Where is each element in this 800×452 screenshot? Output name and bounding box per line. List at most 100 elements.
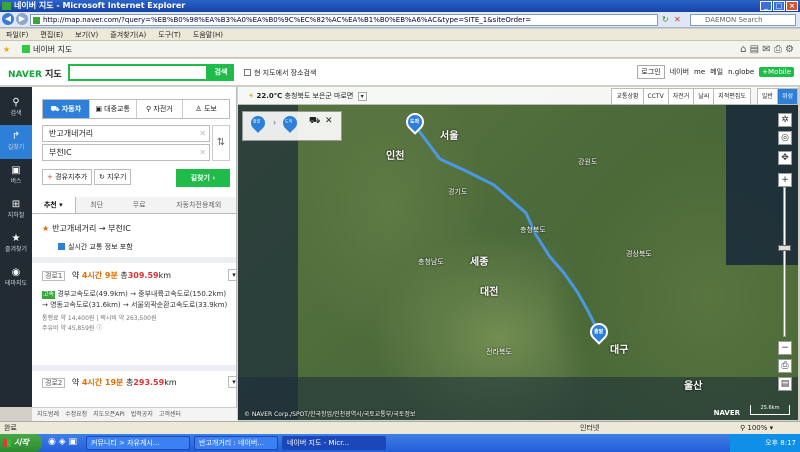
destination-field[interactable]: 부천IC ✕ [42, 144, 210, 161]
print-icon[interactable]: ⎙ [778, 359, 792, 373]
mode-transit[interactable]: ▣ 대중교통 [90, 100, 137, 118]
zoom-in-icon[interactable]: + [778, 173, 792, 187]
toolbar-icons[interactable]: ⌂ ▤ ✉ ⎙ ⚙ [740, 41, 794, 58]
origin-field[interactable]: 반고개네거리 ✕ [42, 125, 210, 142]
chevron-down-icon[interactable]: ▾ [228, 269, 236, 281]
stop-icon[interactable]: ✕ [674, 15, 681, 24]
zoom-slider[interactable] [783, 187, 786, 337]
route-desc: 고속 경부고속도로(49.9km) → 중부내륙고속도로(150.2km) → … [42, 289, 230, 311]
zoom-out-icon[interactable]: − [778, 341, 792, 355]
taskbar-item[interactable]: 커뮤니티 > 자유게시... [86, 436, 190, 450]
naver-header: NAVER 지도 검색 현 지도에서 장소검색 로그인 네이버 me 메일 n.… [0, 59, 800, 86]
nav-search[interactable]: ⚲ 검색 [0, 91, 32, 125]
nav-themes[interactable]: ◉ 테마지도 [0, 261, 32, 295]
menu-edit[interactable]: 편집(E) [40, 29, 63, 40]
menu-tools[interactable]: 도구(T) [158, 29, 181, 40]
back-icon[interactable]: ◀ [2, 13, 14, 25]
login-button[interactable]: 로그인 [637, 65, 665, 79]
address-bar[interactable]: http://map.naver.com/?query=%EB%B0%98%EA… [30, 14, 658, 26]
map-search-input[interactable] [68, 64, 208, 81]
add-waypoint-button[interactable]: + 경유지추가 [42, 169, 93, 185]
footer-link-api[interactable]: 지도오픈API [93, 408, 125, 422]
maptype-normal[interactable]: 일반 [756, 88, 778, 105]
favorites-star-icon[interactable]: ★ [3, 41, 10, 58]
restaurant-icon[interactable]: ✕ [325, 116, 333, 126]
checkbox-icon[interactable] [244, 69, 251, 76]
map-naver-logo: NAVER [713, 409, 740, 417]
save-icon[interactable]: ▤ [778, 377, 792, 391]
origin-mini-pin: 출발 [248, 113, 268, 133]
menu-file[interactable]: 파일(F) [6, 29, 28, 40]
layer-cadastral[interactable]: 지적편집도 [713, 88, 751, 105]
chevron-down-icon[interactable]: ▾ [357, 92, 367, 101]
tab-free[interactable]: 무료 [118, 197, 161, 213]
info-icon[interactable]: ⓘ [96, 325, 102, 332]
taskbar-item[interactable]: 반고개거리 : 네이버... [194, 436, 278, 450]
footer-link-legend[interactable]: 지도범례 [37, 408, 59, 422]
nav-favorites[interactable]: ★ 즐겨찾기 [0, 227, 32, 261]
footer-link-support[interactable]: 고객센터 [159, 408, 181, 422]
tab-recommended[interactable]: 추천 ▾ [32, 197, 76, 213]
nav-bus[interactable]: ▣ 버스 [0, 159, 32, 193]
layer-cctv[interactable]: CCTV [642, 88, 669, 105]
map-canvas[interactable]: ☀ 22.0℃ 충청북도 보은군 마로면 ▾ 교통상황 CCTV 자전거 날씨 … [238, 87, 798, 420]
quicklaunch-icons[interactable]: ◉ ◈ ▣ [48, 437, 77, 447]
mode-walk[interactable]: ♙ 도보 [183, 100, 229, 118]
mode-bike[interactable]: ⚲ 자전거 [137, 100, 184, 118]
footer-link-report[interactable]: 수정요청 [65, 408, 87, 422]
menu-favorites[interactable]: 즐겨찾기(A) [110, 29, 146, 40]
layer-weather[interactable]: 날씨 [693, 88, 715, 105]
map-search-button[interactable]: 검색 [208, 64, 234, 81]
route-card-1[interactable]: 경로1 약 4시간 9분 총309.59km ▾ 고속 경부고속도로(49.9k… [42, 269, 236, 334]
chevron-down-icon[interactable]: ▾ [228, 376, 236, 388]
layer-traffic[interactable]: 교통상황 [611, 88, 644, 105]
compass-icon[interactable]: ◎ [778, 131, 792, 145]
nav-directions[interactable]: ↱ 길찾기 [0, 125, 32, 159]
header-link-naver[interactable]: 네이버 [670, 67, 689, 77]
realtime-traffic-checkbox[interactable]: 실시간 교통 정보 포함 [58, 242, 133, 252]
route-card-2[interactable]: 경로2 약 4시간 19분 총293.59km ▾ [42, 376, 236, 390]
tab-row: ★ 네이버 지도 ⌂ ▤ ✉ ⎙ ⚙ [0, 41, 800, 58]
star-icon[interactable]: ★ [42, 224, 49, 233]
naver-logo[interactable]: NAVER 지도 [8, 67, 62, 80]
taskbar-item-active[interactable]: 네이버 지도 - Micr... [282, 436, 386, 450]
pan-icon[interactable]: ✥ [778, 151, 792, 165]
route-unit: km [164, 378, 177, 387]
destination-clear-icon[interactable]: ✕ [199, 145, 206, 160]
walk-icon: ♙ [195, 105, 204, 113]
checkbox-checked-icon[interactable] [58, 243, 65, 250]
menu-view[interactable]: 보기(V) [75, 29, 98, 40]
find-route-button[interactable]: 길찾기 › [176, 169, 230, 187]
layer-bike[interactable]: 자전거 [667, 88, 695, 105]
mobile-button[interactable]: +Mobile [759, 67, 794, 77]
origin-pin-label: 출발 [594, 329, 604, 336]
route-time: 4시간 9분 [81, 271, 118, 280]
browser-search-input[interactable]: DAEMON Search [690, 14, 796, 26]
refresh-icon[interactable]: ↻ [662, 15, 669, 24]
start-button[interactable]: 시작 [0, 434, 42, 452]
zoom-slider-handle[interactable] [778, 245, 791, 251]
tab-no-expressway[interactable]: 자동차전용제외 [161, 197, 237, 213]
mode-transit-label: 대중교통 [104, 105, 130, 113]
maptype-satellite[interactable]: 위성 [776, 88, 798, 105]
maximize-icon[interactable]: □ [773, 1, 785, 11]
menu-help[interactable]: 도움말(H) [193, 29, 223, 40]
swap-icon[interactable]: ⇅ [212, 125, 230, 161]
mode-car[interactable]: ⛟ 자동차 [43, 100, 90, 118]
car-icon[interactable]: ⛟ [309, 116, 320, 127]
settings-icon[interactable]: ✲ [778, 113, 792, 127]
tab-shortest[interactable]: 최단 [76, 197, 119, 213]
origin-clear-icon[interactable]: ✕ [199, 126, 206, 141]
area-search-checkbox[interactable]: 현 지도에서 장소검색 [244, 68, 316, 78]
header-link-nglobe[interactable]: n.globe [728, 68, 754, 76]
zoom-level[interactable]: ⚲ 100% ▾ [740, 422, 773, 434]
minimize-icon[interactable]: _ [760, 1, 772, 11]
tab-title[interactable]: 네이버 지도 [33, 41, 72, 58]
close-icon[interactable]: × [786, 1, 798, 11]
forward-icon[interactable]: ▶ [16, 13, 28, 25]
header-link-me[interactable]: me [694, 68, 705, 76]
nav-subway[interactable]: ⊞ 지하철 [0, 193, 32, 227]
footer-link-legal[interactable]: 법적공지 [131, 408, 153, 422]
clear-button[interactable]: ↻ 지우기 [94, 169, 132, 185]
header-link-mail[interactable]: 메일 [710, 67, 723, 77]
